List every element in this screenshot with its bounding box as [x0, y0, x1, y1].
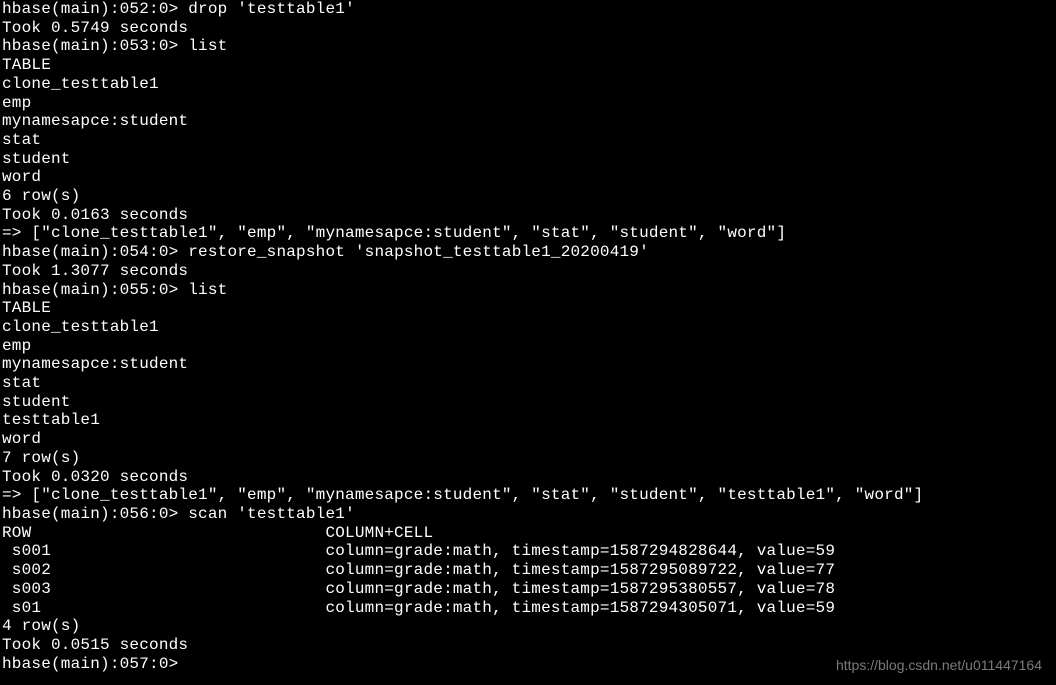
- output-line: TABLE: [2, 56, 1054, 75]
- shell-output-text: Took 0.0515 seconds: [2, 636, 188, 654]
- shell-output-text: Took 0.5749 seconds: [2, 19, 188, 37]
- output-line: 6 row(s): [2, 187, 1054, 206]
- output-line: s001 column=grade:math, timestamp=158729…: [2, 542, 1054, 561]
- shell-output-text: stat: [2, 131, 41, 149]
- prompt-line: hbase(main):052:0> drop 'testtable1': [2, 0, 1054, 19]
- output-line: Took 0.0320 seconds: [2, 468, 1054, 487]
- shell-output-text: 7 row(s): [2, 449, 80, 467]
- output-line: emp: [2, 94, 1054, 113]
- shell-output-text: mynamesapce:student: [2, 112, 188, 130]
- shell-output-text: 6 row(s): [2, 187, 80, 205]
- shell-output-text: s01 column=grade:math, timestamp=1587294…: [2, 599, 835, 617]
- shell-prompt: hbase(main):052:0>: [2, 0, 178, 18]
- output-line: clone_testtable1: [2, 318, 1054, 337]
- output-line: clone_testtable1: [2, 75, 1054, 94]
- output-line: word: [2, 430, 1054, 449]
- output-line: mynamesapce:student: [2, 355, 1054, 374]
- output-line: stat: [2, 131, 1054, 150]
- shell-output-text: TABLE: [2, 56, 51, 74]
- output-line: word: [2, 168, 1054, 187]
- shell-prompt: hbase(main):055:0>: [2, 281, 178, 299]
- shell-output-text: clone_testtable1: [2, 318, 159, 336]
- output-line: mynamesapce:student: [2, 112, 1054, 131]
- shell-command: restore_snapshot 'snapshot_testtable1_20…: [178, 243, 648, 261]
- output-line: Took 0.5749 seconds: [2, 19, 1054, 38]
- shell-output-text: emp: [2, 94, 31, 112]
- output-line: student: [2, 150, 1054, 169]
- shell-command: list: [178, 37, 227, 55]
- output-line: 4 row(s): [2, 617, 1054, 636]
- shell-command: list: [178, 281, 227, 299]
- output-line: s01 column=grade:math, timestamp=1587294…: [2, 599, 1054, 618]
- prompt-line: hbase(main):057:0>: [2, 655, 1054, 674]
- output-line: emp: [2, 337, 1054, 356]
- shell-output-text: 4 row(s): [2, 617, 80, 635]
- output-line: Took 0.0163 seconds: [2, 206, 1054, 225]
- output-line: TABLE: [2, 299, 1054, 318]
- shell-output-text: => ["clone_testtable1", "emp", "mynamesa…: [2, 486, 923, 504]
- shell-prompt: hbase(main):054:0>: [2, 243, 178, 261]
- output-line: student: [2, 393, 1054, 412]
- prompt-line: hbase(main):056:0> scan 'testtable1': [2, 505, 1054, 524]
- shell-command: scan 'testtable1': [178, 505, 354, 523]
- output-line: testtable1: [2, 411, 1054, 430]
- shell-output-text: Took 0.0163 seconds: [2, 206, 188, 224]
- shell-output-text: => ["clone_testtable1", "emp", "mynamesa…: [2, 224, 786, 242]
- shell-output-text: s001 column=grade:math, timestamp=158729…: [2, 542, 835, 560]
- shell-output-text: s002 column=grade:math, timestamp=158729…: [2, 561, 835, 579]
- output-line: => ["clone_testtable1", "emp", "mynamesa…: [2, 486, 1054, 505]
- shell-output-text: Took 1.3077 seconds: [2, 262, 188, 280]
- shell-output-text: Took 0.0320 seconds: [2, 468, 188, 486]
- prompt-line: hbase(main):053:0> list: [2, 37, 1054, 56]
- shell-command: drop 'testtable1': [178, 0, 354, 18]
- shell-output-text: s003 column=grade:math, timestamp=158729…: [2, 580, 835, 598]
- shell-output-text: mynamesapce:student: [2, 355, 188, 373]
- shell-output-text: student: [2, 393, 71, 411]
- prompt-line: hbase(main):054:0> restore_snapshot 'sna…: [2, 243, 1054, 262]
- output-line: ROW COLUMN+CELL: [2, 524, 1054, 543]
- shell-output-text: word: [2, 168, 41, 186]
- shell-output-text: clone_testtable1: [2, 75, 159, 93]
- shell-output-text: student: [2, 150, 71, 168]
- terminal-output[interactable]: hbase(main):052:0> drop 'testtable1'Took…: [0, 0, 1056, 673]
- shell-prompt: hbase(main):057:0>: [2, 655, 178, 673]
- shell-output-text: ROW COLUMN+CELL: [2, 524, 433, 542]
- shell-output-text: testtable1: [2, 411, 100, 429]
- shell-output-text: word: [2, 430, 41, 448]
- output-line: Took 1.3077 seconds: [2, 262, 1054, 281]
- prompt-line: hbase(main):055:0> list: [2, 281, 1054, 300]
- output-line: Took 0.0515 seconds: [2, 636, 1054, 655]
- shell-output-text: emp: [2, 337, 31, 355]
- output-line: stat: [2, 374, 1054, 393]
- output-line: 7 row(s): [2, 449, 1054, 468]
- output-line: s002 column=grade:math, timestamp=158729…: [2, 561, 1054, 580]
- shell-prompt: hbase(main):053:0>: [2, 37, 178, 55]
- output-line: => ["clone_testtable1", "emp", "mynamesa…: [2, 224, 1054, 243]
- shell-prompt: hbase(main):056:0>: [2, 505, 178, 523]
- output-line: s003 column=grade:math, timestamp=158729…: [2, 580, 1054, 599]
- shell-output-text: stat: [2, 374, 41, 392]
- shell-output-text: TABLE: [2, 299, 51, 317]
